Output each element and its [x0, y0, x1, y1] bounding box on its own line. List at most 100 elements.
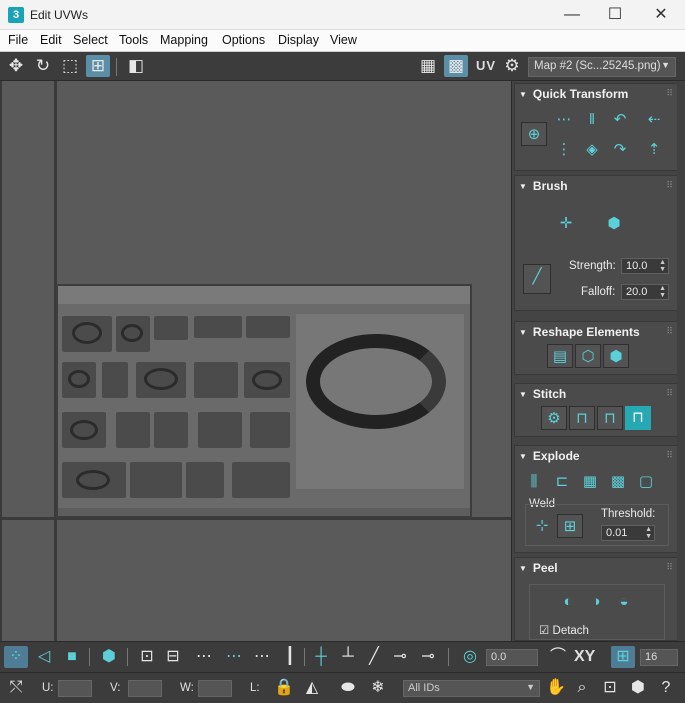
- weld-target-icon[interactable]: ⊞: [557, 514, 583, 538]
- angle-spinner[interactable]: 0.0: [486, 649, 538, 666]
- uv-viewport[interactable]: [0, 81, 511, 641]
- weld-selected-icon[interactable]: ⊹: [529, 514, 555, 538]
- zoom-extents-icon[interactable]: ⬢: [626, 677, 650, 699]
- checkbox-checked-icon[interactable]: ☑: [539, 625, 549, 637]
- stitch-target-icon[interactable]: ⊓: [569, 406, 595, 430]
- space-up-icon[interactable]: ⇡: [641, 138, 667, 162]
- show-map-icon[interactable]: ▩: [444, 55, 468, 77]
- rotate-cw-icon[interactable]: ↷: [607, 138, 633, 162]
- stitch-source-icon[interactable]: ⊓: [625, 406, 651, 430]
- relax-icon[interactable]: ⬡: [575, 344, 601, 368]
- menu-file[interactable]: File: [8, 33, 28, 47]
- lasso-icon[interactable]: ⊸: [388, 646, 412, 668]
- grip-icon[interactable]: ⠿: [666, 562, 673, 573]
- rollout-header[interactable]: ▼ Peel: [519, 561, 558, 575]
- shrink-selection-icon[interactable]: ⊟: [161, 646, 185, 668]
- detach-checkbox[interactable]: ☑ Detach: [539, 623, 589, 637]
- rollout-header[interactable]: ▼ Reshape Elements: [519, 325, 640, 339]
- menu-mapping[interactable]: Mapping: [160, 33, 208, 47]
- zoom-icon[interactable]: ⌕: [570, 677, 594, 699]
- select-by-id-icon[interactable]: ┴: [336, 646, 360, 668]
- scale-icon[interactable]: ⬚: [58, 55, 82, 77]
- spinner-arrows-icon[interactable]: ▲ ▼: [645, 526, 652, 540]
- flatten-by-smoothing-icon[interactable]: ▩: [605, 470, 631, 494]
- menu-display[interactable]: Display: [278, 33, 319, 47]
- show-hide-icon[interactable]: ◭: [300, 677, 324, 699]
- loop-grow-icon[interactable]: ⋯: [222, 646, 246, 668]
- transform-mode-icon[interactable]: ⤲: [4, 677, 28, 699]
- freeform-icon[interactable]: ⊞: [86, 55, 110, 77]
- soft-select-icon[interactable]: ⊸: [416, 646, 440, 668]
- close-button[interactable]: ✕: [638, 0, 684, 30]
- align-center-icon[interactable]: ⊕: [521, 122, 547, 146]
- zoom-region-icon[interactable]: ⊡: [598, 677, 622, 699]
- rollout-header[interactable]: ▼ Stitch: [519, 387, 566, 401]
- grip-icon[interactable]: ⠿: [666, 326, 673, 337]
- stitch-average-icon[interactable]: ⊓: [597, 406, 623, 430]
- flatten-by-material-icon[interactable]: ▢: [633, 470, 659, 494]
- flatten-by-polygon-icon[interactable]: ▦: [577, 470, 603, 494]
- grip-icon[interactable]: ⠿: [666, 88, 673, 99]
- falloff-curve-icon[interactable]: ⌒: [546, 646, 570, 668]
- checker-icon[interactable]: ▦: [416, 55, 440, 77]
- snap-spinner[interactable]: 16: [640, 649, 678, 666]
- flatten-icon[interactable]: ⬢: [603, 344, 629, 368]
- stitch-custom-icon[interactable]: ⚙: [541, 406, 567, 430]
- uv-toggle[interactable]: UV: [476, 58, 496, 73]
- loop-icon[interactable]: ⋯: [192, 646, 216, 668]
- rollout-header[interactable]: ▼ Explode: [519, 449, 580, 463]
- rotate-ccw-icon[interactable]: ↶: [607, 108, 633, 132]
- relax-brush-icon[interactable]: ⬢: [601, 212, 627, 236]
- grip-icon[interactable]: ⠿: [666, 450, 673, 461]
- grow-selection-icon[interactable]: ⊡: [135, 646, 159, 668]
- spinner-arrows-icon[interactable]: ▲ ▼: [659, 285, 666, 299]
- align-pattern-icon[interactable]: ◈: [579, 138, 605, 162]
- ring-grow-icon[interactable]: ┃: [278, 646, 302, 668]
- xy-toggle[interactable]: XY: [574, 648, 595, 666]
- menu-tools[interactable]: Tools: [119, 33, 148, 47]
- grid-snap-icon[interactable]: ⊞: [611, 646, 635, 668]
- freeze-icon[interactable]: ❄: [366, 677, 390, 699]
- space-vertical-icon[interactable]: ‖: [579, 108, 605, 132]
- grip-icon[interactable]: ⠿: [666, 180, 673, 191]
- align-vertical-icon[interactable]: ⋮: [551, 138, 577, 162]
- panel-scrollbar[interactable]: [677, 81, 685, 641]
- element-mode-icon[interactable]: ⬢: [97, 646, 121, 668]
- move-icon[interactable]: ✥: [4, 55, 28, 77]
- menu-view[interactable]: View: [330, 33, 357, 47]
- grip-icon[interactable]: ⠿: [666, 388, 673, 399]
- quick-peel-icon[interactable]: ◐: [555, 590, 581, 614]
- align-horizontal-icon[interactable]: ⋯: [551, 108, 577, 132]
- ring-icon[interactable]: ⋯: [250, 646, 274, 668]
- brush-select-icon[interactable]: ╱: [362, 646, 386, 668]
- hide-icon[interactable]: ⬬: [336, 677, 360, 699]
- u-field[interactable]: [58, 680, 92, 697]
- ids-dropdown[interactable]: All IDs ▼: [403, 680, 540, 697]
- detach-edge-icon[interactable]: ⊏: [549, 470, 575, 494]
- menu-select[interactable]: Select: [73, 33, 108, 47]
- paint-move-icon[interactable]: ✛: [553, 212, 579, 236]
- threshold-spinner[interactable]: 0.01 ▲ ▼: [601, 525, 655, 541]
- space-horizontal-icon[interactable]: ⇠: [641, 108, 667, 132]
- menu-options[interactable]: Options: [222, 33, 265, 47]
- soft-selection-falloff-icon[interactable]: ◎: [458, 646, 482, 668]
- v-field[interactable]: [128, 680, 162, 697]
- falloff-spinner[interactable]: 20.0 ▲ ▼: [621, 284, 669, 300]
- brush-curve-icon[interactable]: ╱: [523, 264, 551, 294]
- pan-icon[interactable]: ✋: [544, 677, 568, 699]
- peel-mode-icon[interactable]: ◑: [583, 590, 609, 614]
- menu-edit[interactable]: Edit: [40, 33, 62, 47]
- spinner-arrows-icon[interactable]: ▲ ▼: [659, 259, 666, 273]
- map-dropdown[interactable]: Map #2 (Sc...25245.png) ▼: [528, 57, 676, 77]
- break-icon[interactable]: ⫼: [521, 470, 547, 494]
- rotate-icon[interactable]: ↻: [31, 55, 55, 77]
- lock-icon[interactable]: 🔒: [272, 677, 296, 699]
- help-icon[interactable]: ?: [654, 677, 678, 699]
- vertex-mode-icon[interactable]: ⁘: [4, 646, 28, 668]
- edge-mode-icon[interactable]: ◁: [32, 646, 56, 668]
- w-field[interactable]: [198, 680, 232, 697]
- straighten-icon[interactable]: ▤: [547, 344, 573, 368]
- paint-select-icon[interactable]: ┼: [309, 646, 333, 668]
- reset-peel-icon[interactable]: ◒: [611, 590, 637, 614]
- mirror-icon[interactable]: ◧: [124, 55, 148, 77]
